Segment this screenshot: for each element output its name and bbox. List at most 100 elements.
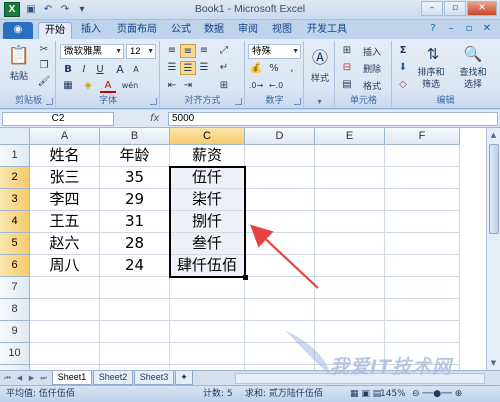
cell-f7[interactable] (385, 277, 460, 299)
cell-a2[interactable]: 张三 (30, 167, 100, 189)
merge-center-icon[interactable]: ⊞ (216, 79, 232, 93)
delete-cells-button[interactable]: 删除 (355, 61, 389, 75)
sort-filter-label-2[interactable]: 筛选 (411, 77, 451, 90)
align-bottom-icon[interactable]: ≡ (196, 44, 212, 58)
autosum-button[interactable]: Σ (395, 44, 411, 58)
name-box[interactable]: C2 (2, 112, 114, 126)
row-header-2[interactable]: 2 (0, 167, 30, 189)
cell-e8[interactable] (315, 299, 385, 321)
help-icon[interactable]: ? (426, 22, 440, 36)
sheet-tab-2[interactable]: Sheet2 (93, 371, 133, 385)
select-all-corner[interactable] (0, 128, 30, 145)
row-header-9[interactable]: 9 (0, 321, 30, 343)
cell-c1[interactable]: 薪资 (170, 145, 245, 167)
cell-d9[interactable] (245, 321, 315, 343)
cell-b8[interactable] (100, 299, 170, 321)
font-name-select[interactable]: 微软雅黑 ▼ (60, 44, 124, 59)
alignment-launcher-icon[interactable] (235, 98, 242, 105)
align-top-icon[interactable]: ≡ (164, 44, 180, 58)
cell-c3[interactable]: 柒仟 (170, 189, 245, 211)
cell-d4[interactable] (245, 211, 315, 233)
page-view-icons[interactable]: ▦ ▣ ▤ (350, 386, 381, 402)
percent-button[interactable]: % (266, 62, 282, 76)
cell-a7[interactable] (30, 277, 100, 299)
scroll-up-icon[interactable]: ▲ (487, 128, 500, 142)
decrease-decimal-icon[interactable]: ←.0 (268, 79, 284, 93)
tab-insert[interactable]: 插入 (76, 22, 106, 39)
increase-decimal-icon[interactable]: .0→ (248, 79, 264, 93)
cell-f8[interactable] (385, 299, 460, 321)
align-left-icon[interactable]: ☰ (164, 61, 180, 75)
ribbon-restore-icon[interactable]: ▫ (462, 22, 476, 36)
underline-button[interactable]: U (92, 63, 108, 77)
cell-a3[interactable]: 李四 (30, 189, 100, 211)
styles-button[interactable]: 样式 (305, 71, 335, 84)
cell-e6[interactable] (315, 255, 385, 277)
currency-icon[interactable]: 💰 (248, 62, 264, 76)
font-launcher-icon[interactable] (150, 98, 157, 105)
phonetic-button[interactable]: wén (120, 79, 140, 93)
sheet-tab-1[interactable]: Sheet1 (52, 371, 92, 385)
formula-input[interactable]: 5000 (168, 112, 498, 126)
cell-e7[interactable] (315, 277, 385, 299)
align-right-icon[interactable]: ☰ (196, 61, 212, 75)
cell-d10[interactable] (245, 343, 315, 365)
column-header-a[interactable]: A (30, 128, 100, 145)
sheet-tab-3[interactable]: Sheet3 (134, 371, 174, 385)
scroll-down-icon[interactable]: ▼ (487, 356, 500, 370)
insert-cells-button[interactable]: 插入 (355, 44, 389, 58)
row-header-10[interactable]: 10 (0, 343, 30, 365)
cell-b1[interactable]: 年龄 (100, 145, 170, 167)
tab-data[interactable]: 数据 (200, 22, 228, 39)
styles-dropdown-icon[interactable]: ▾ (305, 97, 334, 106)
tab-page-layout[interactable]: 页面布局 (112, 22, 162, 39)
cut-icon[interactable]: ✂ (36, 43, 52, 57)
sort-filter-label[interactable]: 排序和 (411, 65, 451, 78)
paste-icon[interactable]: 📋 (6, 43, 32, 67)
number-format-select[interactable]: 特殊 ▼ (248, 44, 301, 59)
format-cells-icon[interactable]: ▤ (339, 78, 355, 92)
cell-e1[interactable] (315, 145, 385, 167)
align-middle-icon[interactable]: ≡ (180, 44, 196, 58)
font-size-select[interactable]: 12 ▼ (126, 44, 156, 59)
column-header-d[interactable]: D (245, 128, 315, 145)
column-header-f[interactable]: F (385, 128, 460, 145)
cell-c6[interactable]: 肆仟伍佰 (170, 255, 245, 277)
row-header-7[interactable]: 7 (0, 277, 30, 299)
cell-a8[interactable] (30, 299, 100, 321)
cell-a5[interactable]: 赵六 (30, 233, 100, 255)
decrease-indent-icon[interactable]: ⇤ (164, 79, 180, 93)
wrap-text-icon[interactable]: ↵ (216, 61, 232, 75)
zoom-level[interactable]: 145% (380, 386, 406, 402)
cell-f6[interactable] (385, 255, 460, 277)
tab-developer[interactable]: 开发工具 (303, 22, 351, 39)
scroll-thumb[interactable] (489, 144, 499, 234)
tab-view[interactable]: 视图 (268, 22, 296, 39)
cell-d6[interactable] (245, 255, 315, 277)
column-header-c[interactable]: C (170, 128, 245, 145)
cell-d7[interactable] (245, 277, 315, 299)
align-center-icon[interactable]: ☰ (180, 61, 196, 75)
maximize-button[interactable]: ▫ (444, 1, 466, 16)
bold-button[interactable]: B (60, 63, 76, 77)
find-select-label[interactable]: 查找和 (453, 65, 493, 78)
row-header-6[interactable]: 6 (0, 255, 30, 277)
cell-b7[interactable] (100, 277, 170, 299)
cell-a10[interactable] (30, 343, 100, 365)
cell-d3[interactable] (245, 189, 315, 211)
column-header-b[interactable]: B (100, 128, 170, 145)
fill-handle[interactable] (243, 275, 248, 280)
close-button[interactable]: ✕ (467, 1, 497, 16)
cell-f3[interactable] (385, 189, 460, 211)
last-sheet-icon[interactable]: ⏭ (38, 373, 49, 384)
grow-font-button[interactable]: A (112, 63, 128, 77)
cell-e4[interactable] (315, 211, 385, 233)
copy-icon[interactable]: ❐ (36, 59, 52, 73)
find-select-label-2[interactable]: 选择 (453, 77, 493, 90)
tab-review[interactable]: 审阅 (234, 22, 262, 39)
cell-f2[interactable] (385, 167, 460, 189)
increase-indent-icon[interactable]: ⇥ (180, 79, 196, 93)
cell-a4[interactable]: 王五 (30, 211, 100, 233)
format-painter-icon[interactable]: 🖌 (36, 75, 52, 89)
sort-filter-icon[interactable]: ⇅ (415, 44, 451, 64)
